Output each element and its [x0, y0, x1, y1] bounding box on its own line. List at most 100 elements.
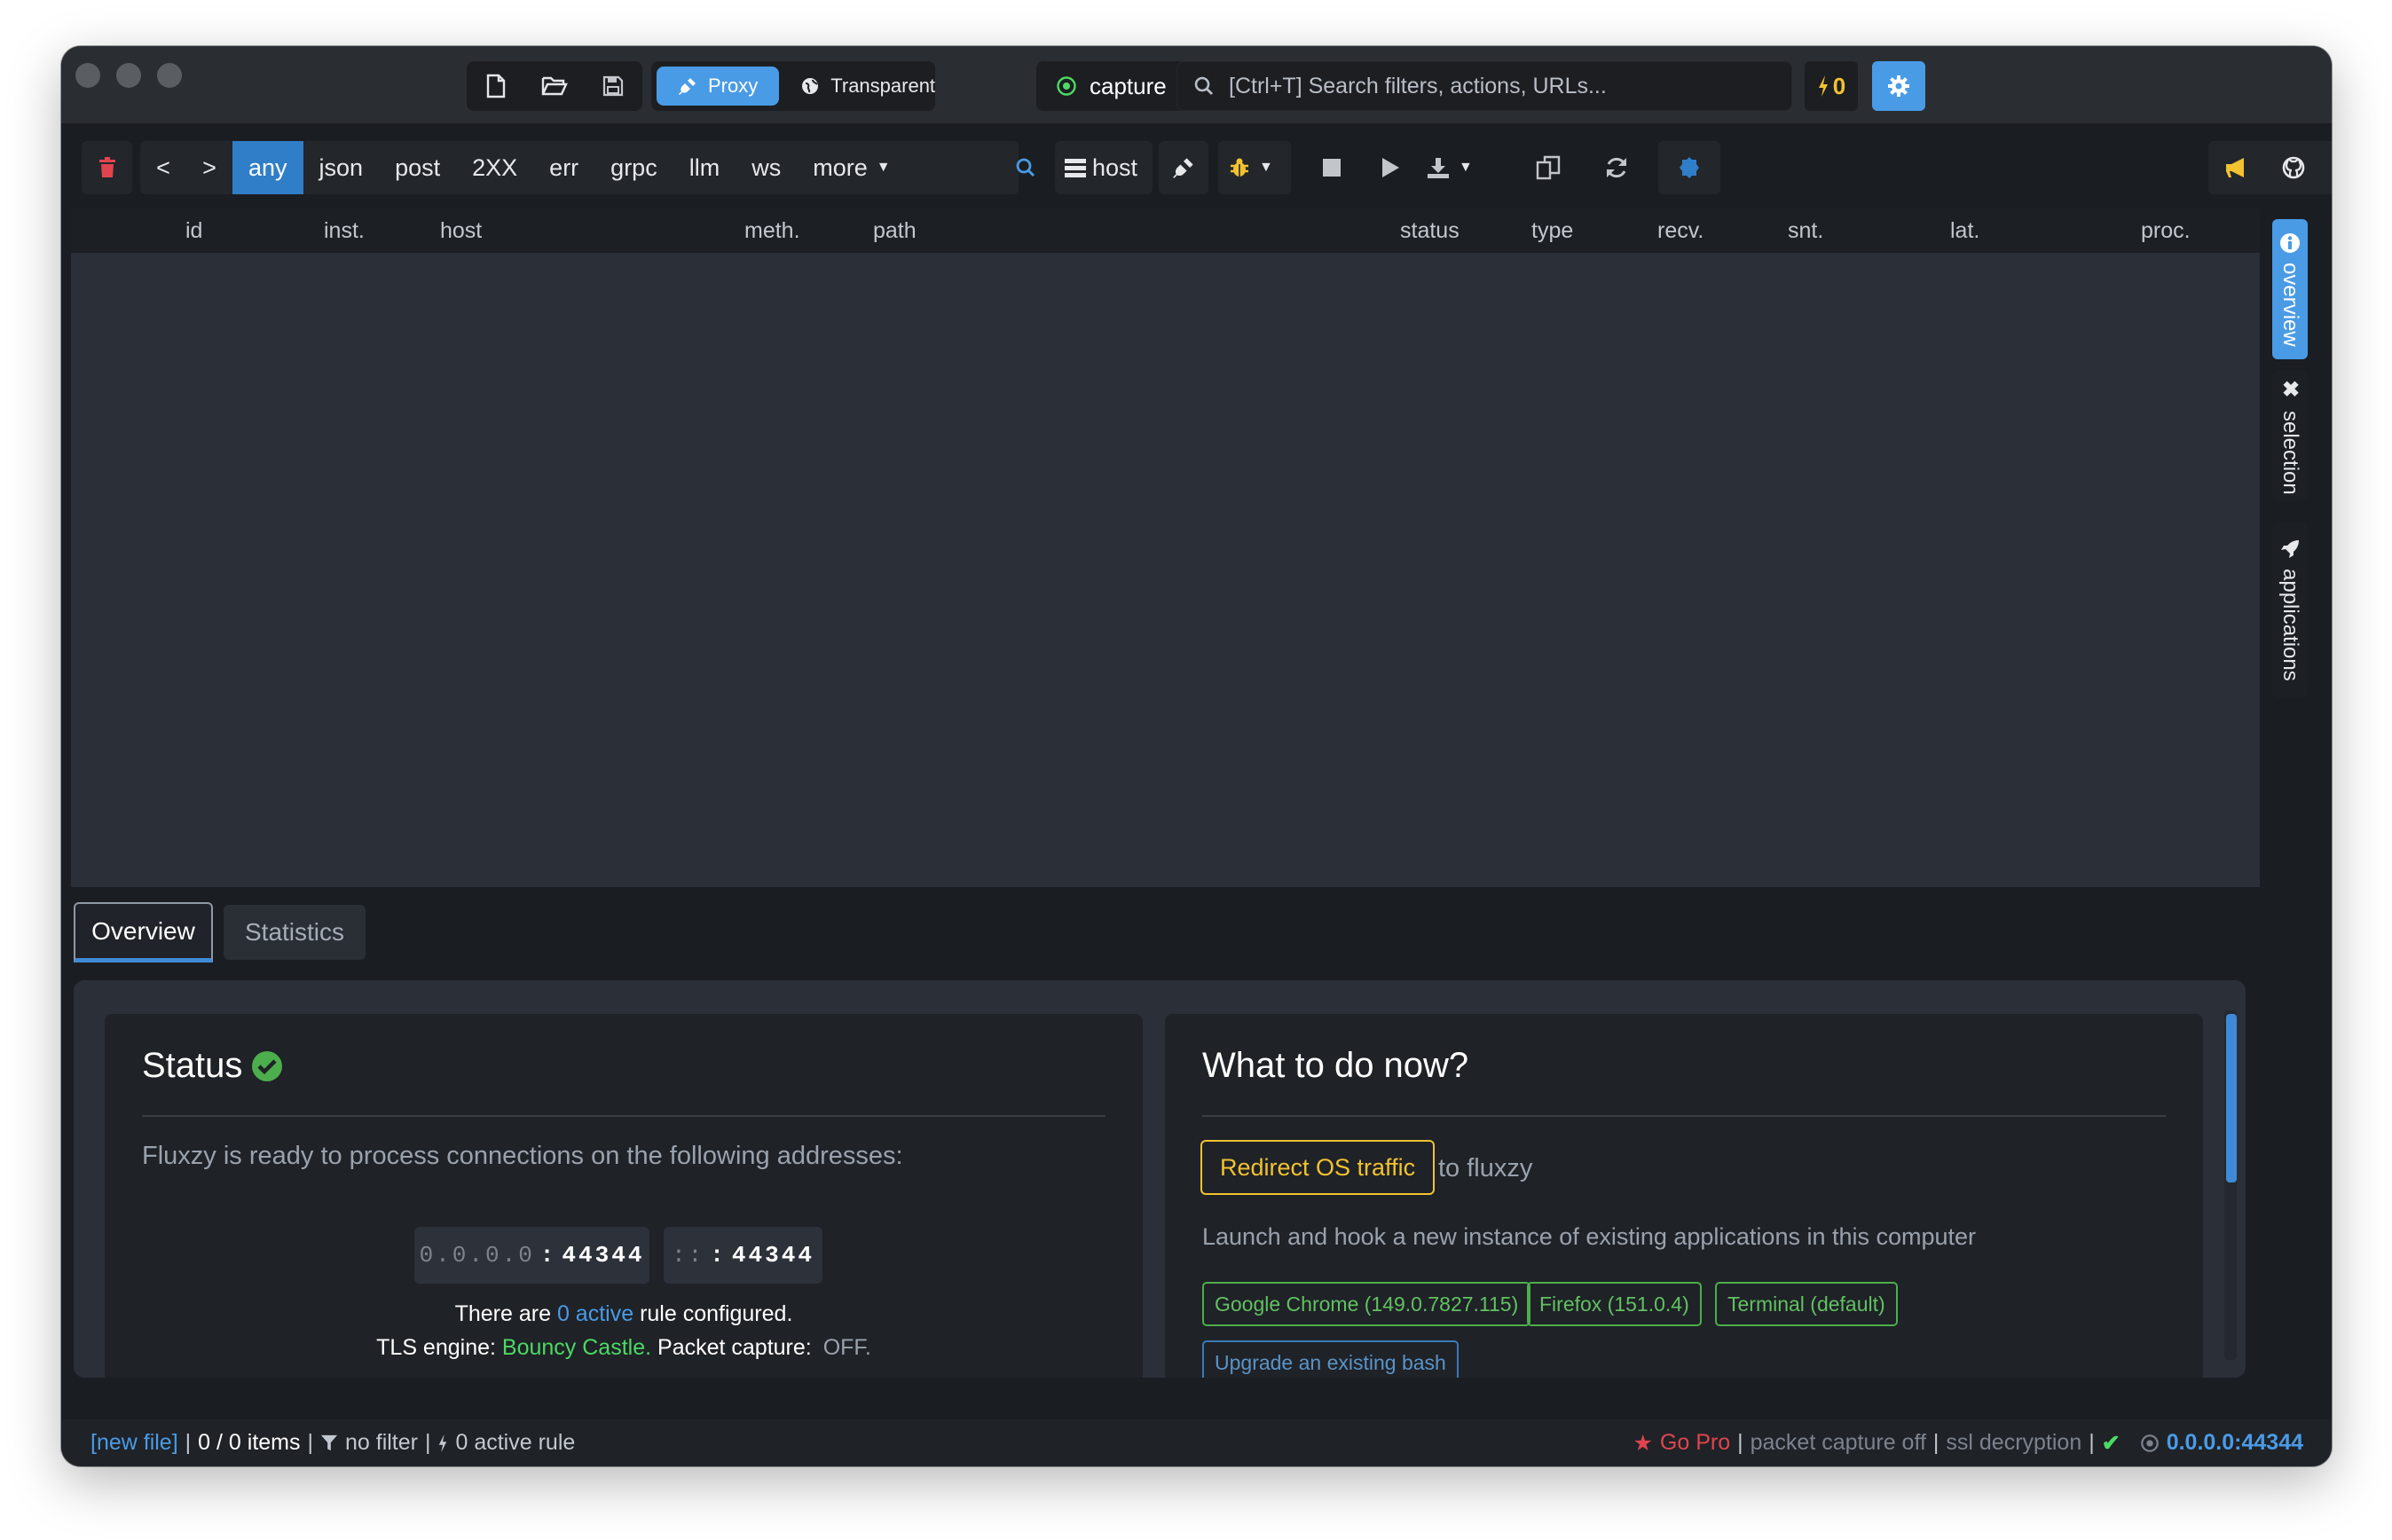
filter-ws[interactable]: ws	[736, 141, 797, 194]
launch-firefox-button[interactable]: Firefox (151.0.4)	[1527, 1282, 1702, 1326]
filter-post[interactable]: post	[379, 141, 456, 194]
ssl-decryption-status[interactable]: ssl decryption	[1946, 1430, 2081, 1456]
launch-description: Launch and hook a new instance of existi…	[1202, 1223, 1977, 1250]
announcements-button[interactable]	[2208, 141, 2265, 194]
proxy-mode-button[interactable]: Proxy	[657, 67, 780, 106]
window-controls	[75, 63, 182, 88]
bolt-icon	[439, 1434, 447, 1452]
active-rules-count[interactable]: 0 active rule	[455, 1430, 575, 1456]
tls-value: Bouncy Castle.	[501, 1335, 652, 1360]
search-icon	[1016, 158, 1035, 177]
github-button[interactable]	[2265, 141, 2322, 194]
column-type[interactable]: type	[1531, 218, 1573, 244]
column-instance[interactable]: inst.	[324, 218, 365, 244]
packet-capture-status[interactable]: packet capture off	[1751, 1430, 1926, 1456]
next-button[interactable]: >	[186, 141, 232, 194]
more-filters-label: more	[813, 153, 868, 181]
tab-statistics[interactable]: Statistics	[224, 905, 366, 960]
exchange-table-body[interactable]	[71, 253, 2260, 887]
file-name-link[interactable]: [new file]	[90, 1430, 178, 1456]
open-file-button[interactable]	[525, 61, 584, 111]
breakpoint-dropdown[interactable]: ▼	[1218, 141, 1284, 194]
minimize-window-button[interactable]	[116, 63, 141, 88]
column-process[interactable]: proc.	[2141, 218, 2191, 244]
download-dropdown[interactable]: ▼	[1420, 141, 1480, 194]
filter-any[interactable]: any	[232, 141, 303, 194]
packet-capture-label: Packet capture:	[657, 1335, 812, 1360]
active-rules-link[interactable]: 0 active	[557, 1301, 633, 1326]
upgrade-bash-button[interactable]: Upgrade an existing bash	[1202, 1340, 1459, 1378]
layout-toggle-button[interactable]	[2322, 141, 2332, 194]
status-indicator-button[interactable]	[1658, 141, 1720, 194]
play-button[interactable]	[1361, 141, 1420, 194]
column-received[interactable]: recv.	[1657, 218, 1704, 244]
delete-button[interactable]	[82, 141, 132, 194]
badge-icon	[1680, 157, 1699, 178]
breakpoint-counter[interactable]: 0	[1805, 61, 1858, 111]
plugin-button[interactable]	[1159, 141, 1208, 194]
compare-button[interactable]	[1516, 141, 1580, 194]
tab-overview[interactable]: Overview	[74, 902, 213, 962]
rules-line: There are 0 active rule configured.	[105, 1301, 1143, 1327]
previous-button[interactable]: <	[140, 141, 186, 194]
transparent-mode-button[interactable]: Transparent	[779, 67, 956, 106]
panel-scrollbar-thumb[interactable]	[2226, 1014, 2237, 1182]
column-status[interactable]: status	[1400, 218, 1460, 244]
tab-applications-side[interactable]: applications	[2272, 521, 2308, 698]
refresh-button[interactable]	[1585, 141, 1648, 194]
record-icon	[1057, 76, 1076, 96]
save-file-button[interactable]	[584, 61, 642, 111]
record-icon	[2140, 1434, 2159, 1452]
filter-err[interactable]: err	[533, 141, 594, 194]
tab-selection-side[interactable]: ✖ selection	[2272, 370, 2308, 501]
address-ipv6-ip: ::	[672, 1242, 705, 1269]
maximize-window-button[interactable]	[157, 63, 182, 88]
check-circle-icon	[252, 1050, 283, 1081]
filter-2xx[interactable]: 2XX	[456, 141, 533, 194]
new-file-button[interactable]	[467, 61, 525, 111]
bolt-icon	[1818, 75, 1828, 97]
transparent-mode-label: Transparent	[830, 75, 936, 97]
capture-toggle[interactable]: capture	[1036, 61, 1186, 111]
status-heading: Status	[142, 1046, 283, 1086]
launch-chrome-button[interactable]: Google Chrome (149.0.7827.115)	[1202, 1282, 1531, 1326]
more-filters-dropdown[interactable]: more ▼	[797, 141, 906, 194]
column-path[interactable]: path	[873, 218, 917, 244]
redirect-os-traffic-button[interactable]: Redirect OS traffic	[1200, 1140, 1436, 1195]
redirect-suffix: to fluxzy	[1438, 1154, 1533, 1182]
debug-group: ▼	[1218, 141, 1291, 194]
launch-terminal-button[interactable]: Terminal (default)	[1715, 1282, 1898, 1326]
folder-open-icon	[541, 76, 568, 96]
stop-button[interactable]	[1302, 141, 1361, 194]
status-right: ★ Go Pro | packet capture off | ssl decr…	[1633, 1430, 2303, 1456]
column-latency[interactable]: lat.	[1950, 218, 1979, 244]
filter-json[interactable]: json	[303, 141, 380, 194]
search-filter-button[interactable]	[1003, 141, 1049, 194]
status-left: [new file] | 0 / 0 items | no filter | 0…	[90, 1430, 576, 1456]
filter-llm[interactable]: llm	[673, 141, 736, 194]
status-card: Status Fluxzy is ready to process connec…	[105, 1014, 1143, 1378]
column-sent[interactable]: snt.	[1788, 218, 1823, 244]
search-icon	[1194, 76, 1213, 95]
tab-overview-side[interactable]: overview	[2272, 219, 2308, 359]
extra-group	[1658, 141, 1720, 194]
listen-endpoint[interactable]: 0.0.0.0:44344	[2167, 1430, 2303, 1456]
active-filter[interactable]: no filter	[345, 1430, 418, 1456]
delete-group	[82, 141, 132, 194]
column-host[interactable]: host	[440, 218, 482, 244]
go-pro-link[interactable]: Go Pro	[1660, 1430, 1730, 1456]
settings-button[interactable]	[1872, 61, 1925, 111]
filter-icon	[320, 1434, 338, 1450]
new-file-icon	[486, 74, 506, 98]
close-window-button[interactable]	[75, 63, 100, 88]
overview-panel: Status Fluxzy is ready to process connec…	[74, 980, 2246, 1378]
column-method[interactable]: meth.	[744, 218, 800, 244]
host-view-button[interactable]: host	[1055, 141, 1146, 194]
filter-grpc[interactable]: grpc	[594, 141, 673, 194]
star-icon: ★	[1633, 1430, 1653, 1456]
server-icon	[1065, 159, 1086, 177]
search-bar[interactable]	[1176, 61, 1792, 111]
column-id[interactable]: id	[185, 218, 202, 244]
chevron-down-icon: ▼	[876, 160, 891, 175]
search-input[interactable]	[1229, 73, 1761, 99]
